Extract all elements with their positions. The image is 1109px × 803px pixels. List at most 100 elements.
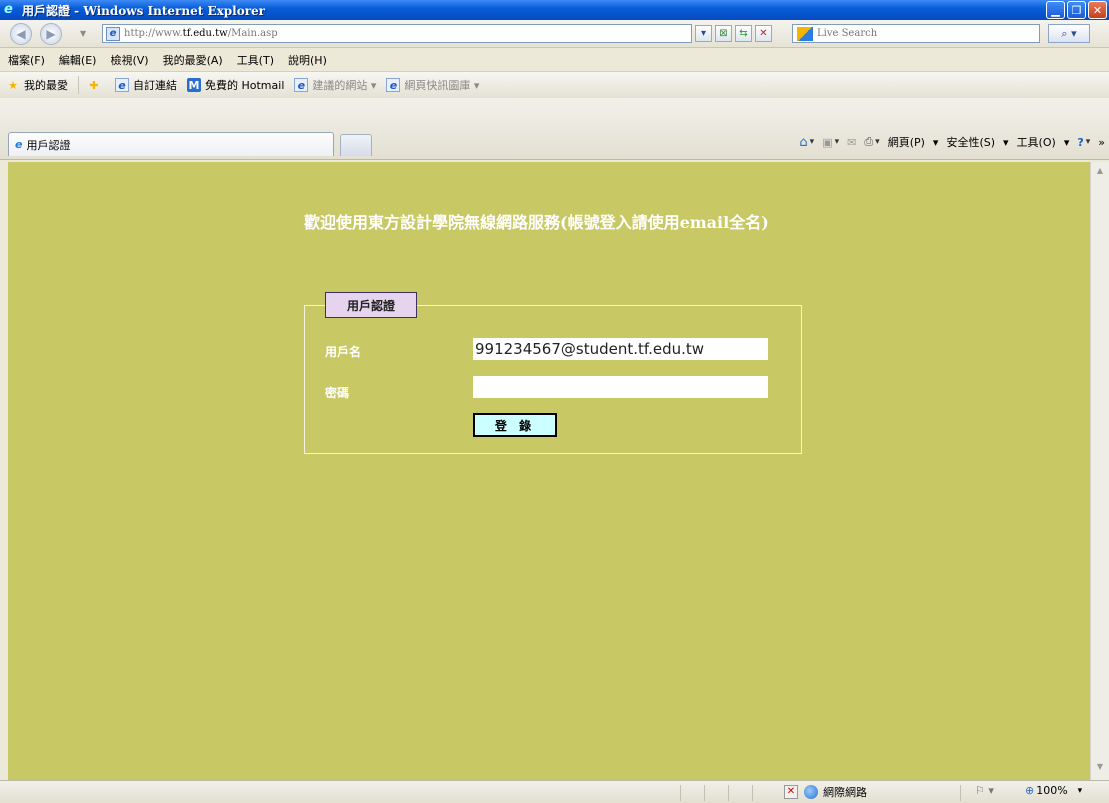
tools-menu[interactable]: 工具(O) <box>1017 134 1056 150</box>
scroll-down-icon[interactable]: ▼ <box>1093 762 1107 776</box>
status-divider <box>728 785 729 801</box>
maximize-button[interactable]: ❐ <box>1067 1 1086 19</box>
status-divider <box>704 785 705 801</box>
page-content: 歡迎使用東方設計學院無線網路服務(帳號登入請使用email全名) 用戶認證 用戶… <box>8 162 1090 780</box>
url-text: http://www.tf.edu.tw/Main.asp <box>124 28 278 39</box>
back-icon: ◀ <box>16 27 26 41</box>
menu-edit[interactable]: 編輯(E) <box>59 52 97 68</box>
refresh-button[interactable]: ⇆ <box>735 25 752 42</box>
login-button[interactable]: 登 錄 <box>473 413 557 437</box>
window-controls: ▁ ❐ ✕ <box>1046 1 1107 19</box>
globe-icon <box>804 785 818 799</box>
fav-hotmail[interactable]: M 免費的 Hotmail <box>187 77 284 93</box>
address-dropdown-button[interactable]: ▾ <box>695 25 712 42</box>
blocked-icon: ✕ <box>784 785 798 799</box>
address-bar[interactable]: e http://www.tf.edu.tw/Main.asp <box>102 24 692 43</box>
address-toolbar: ◀ ▶ ▼ e http://www.tf.edu.tw/Main.asp ▾ … <box>0 20 1109 48</box>
fav-custom-links[interactable]: e 自訂連結 <box>115 77 177 93</box>
mail-icon: ✉ <box>847 135 857 149</box>
ie-tab-icon: e <box>15 138 23 151</box>
menu-view[interactable]: 檢視(V) <box>110 52 148 68</box>
favorites-label: 我的最愛 <box>24 79 68 92</box>
star-icon: ★ <box>8 78 18 92</box>
safety-menu-arrow: ▾ <box>1003 135 1009 149</box>
scroll-up-icon[interactable]: ▲ <box>1093 166 1107 180</box>
status-divider <box>960 785 961 801</box>
auth-fieldset: 用戶認證 用戶名 密碼 登 錄 <box>304 292 802 454</box>
stop-button[interactable]: ✕ <box>755 25 772 42</box>
new-tab-button[interactable] <box>340 134 372 156</box>
add-favorite-button[interactable]: ✚ <box>87 78 105 92</box>
zoom-label: 100% <box>1036 784 1068 797</box>
divider <box>78 76 79 94</box>
ie-page-icon: e <box>386 78 401 92</box>
status-divider <box>680 785 681 801</box>
status-divider <box>752 785 753 801</box>
security-zone[interactable]: ✕ 網際網路 <box>784 784 867 800</box>
protected-mode-button[interactable]: ⚐ ▾ <box>975 784 994 797</box>
zoom-control[interactable]: ⊕ 100% ▾ <box>1025 784 1082 797</box>
password-label: 密碼 <box>325 386 350 400</box>
page-icon: e <box>106 26 120 41</box>
fav-suggested-sites[interactable]: e 建議的網站 ▾ <box>294 77 376 93</box>
ie-page-icon: e <box>115 78 129 92</box>
tab-title: 用戶認證 <box>26 138 71 152</box>
window-title: 用戶認證 - Windows Internet Explorer <box>22 3 265 18</box>
vertical-scrollbar[interactable]: ▲ ▼ <box>1090 162 1109 780</box>
menu-help[interactable]: 說明(H) <box>288 52 327 68</box>
close-button[interactable]: ✕ <box>1088 1 1107 19</box>
compat-icon: ⊠ <box>719 28 728 39</box>
compat-view-button[interactable]: ⊠ <box>715 25 732 42</box>
search-input[interactable] <box>817 28 1017 39</box>
command-bar: ⌂ ▾ ▣ ▾ ✉ ⎙ ▾ 網頁(P) ▾ 安全性(S) ▾ 工具(O) ▾ ? ▾ » <box>791 134 1105 150</box>
minimize-button[interactable]: ▁ <box>1046 1 1065 19</box>
live-search-icon <box>797 26 813 41</box>
menu-bar: 檔案(F) 編輯(E) 檢視(V) 我的最愛(A) 工具(T) 說明(H) <box>0 48 1109 72</box>
zone-label: 網際網路 <box>823 786 867 799</box>
help-icon: ? <box>1077 135 1084 149</box>
ie-logo-icon: e <box>4 2 13 17</box>
password-input[interactable] <box>473 376 768 398</box>
menu-file[interactable]: 檔案(F) <box>8 52 45 68</box>
username-label: 用戶名 <box>325 345 362 359</box>
read-mail-button[interactable]: ✉ <box>847 136 856 149</box>
forward-button[interactable]: ▶ <box>40 23 62 45</box>
search-button[interactable]: ⌕ ▾ <box>1048 24 1090 43</box>
status-bar: ✕ 網際網路 ⚐ ▾ ⊕ 100% ▾ <box>0 780 1109 803</box>
help-button[interactable]: ? ▾ <box>1077 136 1090 149</box>
home-icon: ⌂ <box>799 134 808 150</box>
menu-favorites[interactable]: 我的最愛(A) <box>163 52 223 68</box>
chevron-more-icon[interactable]: » <box>1098 136 1105 149</box>
tab-active[interactable]: e 用戶認證 <box>8 132 334 156</box>
fav-hotmail-label: 免費的 Hotmail <box>205 79 285 92</box>
home-button[interactable]: ⌂ ▾ <box>799 135 814 150</box>
fav-custom-links-label: 自訂連結 <box>133 79 177 92</box>
forward-icon: ▶ <box>46 27 56 41</box>
back-button[interactable]: ◀ <box>10 23 32 45</box>
zoom-icon: ⊕ <box>1025 784 1035 797</box>
search-box[interactable] <box>792 24 1040 43</box>
page-menu[interactable]: 網頁(P) <box>888 134 925 150</box>
menu-tools[interactable]: 工具(T) <box>237 52 274 68</box>
rss-icon: ▣ <box>822 135 833 149</box>
auth-legend: 用戶認證 <box>325 292 417 318</box>
username-input[interactable] <box>473 338 768 360</box>
feeds-button[interactable]: ▣ ▾ <box>822 136 839 149</box>
page-menu-arrow: ▾ <box>932 135 939 149</box>
fav-web-slice[interactable]: e 網頁快訊圖庫 ▾ <box>386 77 479 93</box>
zoom-dropdown-icon: ▾ <box>1077 785 1083 796</box>
print-button[interactable]: ⎙ ▾ <box>864 135 879 149</box>
stop-icon: ✕ <box>759 28 768 39</box>
add-favorite-icon: ✚ <box>89 78 99 92</box>
favorites-bar: ★ 我的最愛 ✚ e 自訂連結 M 免費的 Hotmail e 建議的網站 ▾ … <box>0 72 1109 98</box>
tab-row: e 用戶認證 ⌂ ▾ ▣ ▾ ✉ ⎙ ▾ 網頁(P) ▾ 安全性(S) ▾ 工具(O) ▾ … <box>0 98 1109 160</box>
fav-web-slice-label: 網頁快訊圖庫 ▾ <box>404 79 480 92</box>
ie-page-icon: e <box>294 78 309 92</box>
welcome-heading: 歡迎使用東方設計學院無線網路服務(帳號登入請使用email全名) <box>304 213 769 232</box>
search-icon: ⌕ ▾ <box>1061 26 1077 40</box>
recent-pages-dropdown[interactable]: ▼ <box>80 29 86 38</box>
safety-menu[interactable]: 安全性(S) <box>946 134 995 150</box>
favorites-button[interactable]: ★ 我的最愛 <box>6 77 68 93</box>
tools-menu-arrow: ▾ <box>1063 135 1070 149</box>
title-bar: e 用戶認證 - Windows Internet Explorer ▁ ❐ ✕ <box>0 0 1109 20</box>
